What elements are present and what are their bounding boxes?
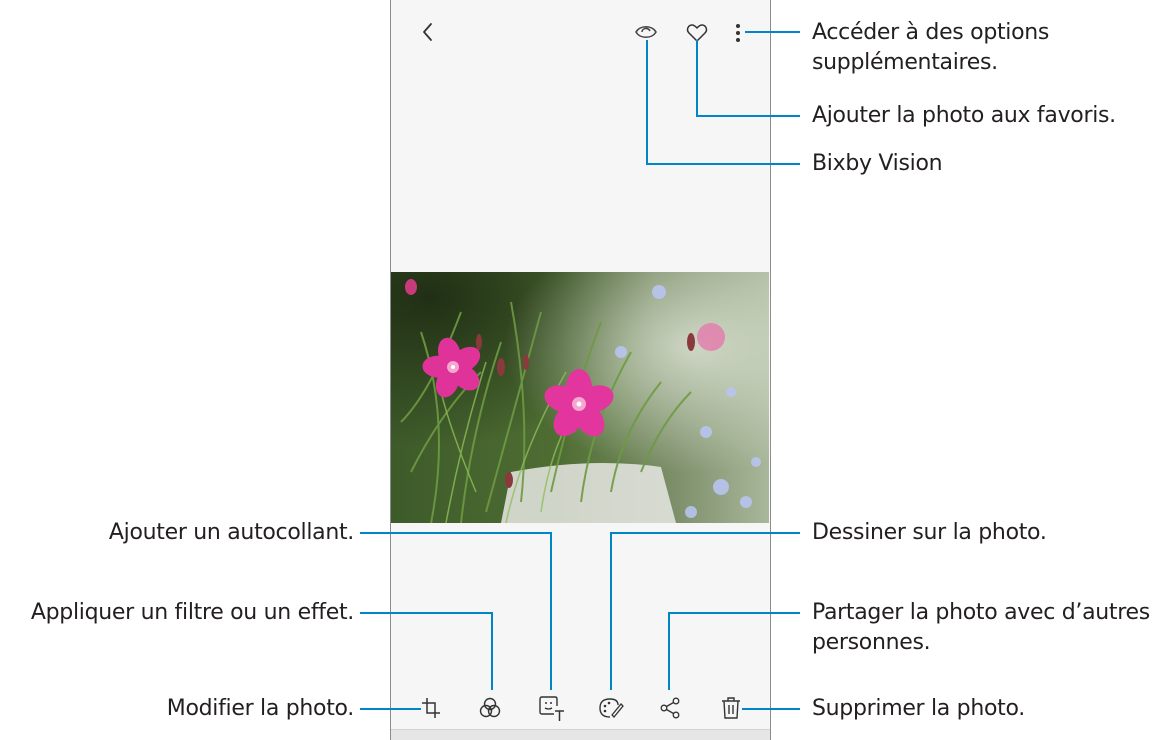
callout-favorite: Ajouter la photo aux favoris. bbox=[812, 103, 1116, 128]
callout-draw: Dessiner sur la photo. bbox=[812, 520, 1047, 545]
callout-edit: Modifier la photo. bbox=[166, 696, 355, 721]
callout-share: Partager la photo avec d’autres personne… bbox=[812, 600, 1150, 655]
callout-more-options: Accéder à des options supplémentaires. bbox=[812, 20, 1050, 75]
callout-filter: Appliquer un filtre ou un effet. bbox=[30, 600, 354, 625]
callout-bixby-vision: Bixby Vision bbox=[812, 151, 943, 176]
callout-delete: Supprimer la photo. bbox=[812, 696, 1025, 721]
callout-sticker: Ajouter un autocollant. bbox=[108, 520, 354, 545]
